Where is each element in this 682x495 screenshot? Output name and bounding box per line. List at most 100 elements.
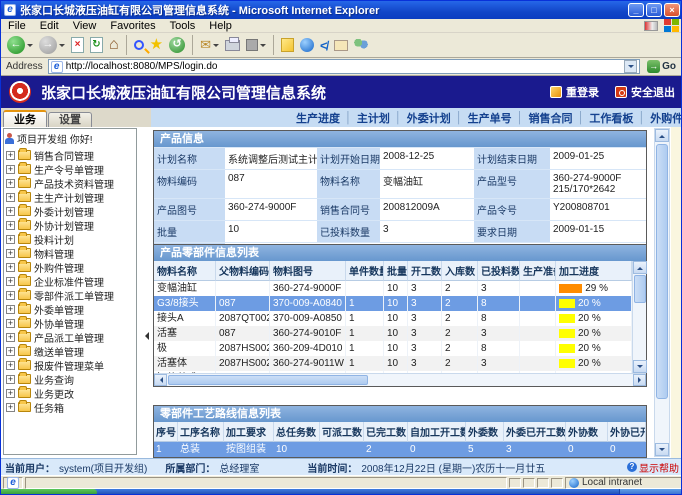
expand-icon[interactable]: [6, 347, 15, 356]
expand-icon[interactable]: [6, 361, 15, 370]
history-button[interactable]: ↺: [167, 34, 187, 56]
expand-icon[interactable]: [6, 263, 15, 272]
menu-edit[interactable]: Edit: [33, 19, 66, 33]
close-button[interactable]: ×: [664, 3, 680, 17]
forward-dropdown-icon[interactable]: [59, 44, 65, 50]
expand-icon[interactable]: [6, 249, 15, 258]
col-header[interactable]: 物料名称: [154, 261, 216, 281]
sidebar-item-coop-order[interactable]: 外协单管理: [4, 316, 136, 330]
forward-button[interactable]: →: [37, 34, 67, 56]
expand-icon[interactable]: [6, 333, 15, 342]
col-header[interactable]: 物料图号: [270, 261, 346, 281]
sidebar-item-business-query[interactable]: 业务查询: [4, 372, 136, 386]
minimize-button[interactable]: _: [628, 3, 644, 17]
notes-button[interactable]: [279, 34, 296, 56]
nav-purchased-stock[interactable]: 外购件库存: [650, 110, 682, 126]
col-header[interactable]: 批量: [384, 261, 408, 281]
expand-icon[interactable]: [6, 151, 15, 160]
sidebar-item-order-number[interactable]: 生产令号单管理: [4, 162, 136, 176]
search-button[interactable]: [132, 34, 146, 56]
sidebar-item-standard-parts[interactable]: 企业标准件管理: [4, 274, 136, 288]
col-header[interactable]: 工序名称: [178, 422, 224, 442]
windows-taskbar[interactable]: [1, 489, 682, 495]
sidebar-item-master-plan[interactable]: 主生产计划管理: [4, 190, 136, 204]
print-button[interactable]: [223, 34, 242, 56]
col-header[interactable]: 已完工数: [364, 422, 408, 442]
scroll-down-button[interactable]: [655, 443, 669, 456]
menu-help[interactable]: Help: [202, 19, 239, 33]
col-header[interactable]: 外委已开工数: [504, 422, 566, 442]
sidebar-item-sales-contract[interactable]: 销售合同管理: [4, 148, 136, 162]
scrollbar-thumb[interactable]: [656, 144, 668, 399]
tab-settings[interactable]: 设置: [48, 112, 92, 127]
sidebar-item-task-box[interactable]: 任务箱: [4, 400, 136, 414]
scrollbar-thumb[interactable]: [634, 275, 646, 303]
expand-icon[interactable]: [6, 305, 15, 314]
refresh-button[interactable]: ↻: [88, 34, 105, 56]
col-header[interactable]: 加工进度: [556, 261, 632, 281]
col-header[interactable]: 可派工数: [320, 422, 364, 442]
table-row[interactable]: 变幅油缸360-274-9000F10323 29 %: [154, 281, 632, 296]
sidebar-item-dispatch-order[interactable]: 零部件派工单管理: [4, 288, 136, 302]
table-row[interactable]: 活塞体2087HS002360-274-9011W110323 20 %: [154, 356, 632, 371]
col-header[interactable]: 开工数: [408, 261, 442, 281]
expand-icon[interactable]: [6, 389, 15, 398]
expand-icon[interactable]: [6, 277, 15, 286]
msn-button[interactable]: ≮: [318, 34, 330, 56]
col-header[interactable]: 外委数: [466, 422, 504, 442]
sidebar-item-outsource-plan[interactable]: 外委计划管理: [4, 204, 136, 218]
expand-icon[interactable]: [6, 291, 15, 300]
edit-dropdown-icon[interactable]: [260, 44, 266, 50]
show-help-link[interactable]: ?显示帮助: [627, 460, 679, 475]
col-header[interactable]: 外协数: [566, 422, 608, 442]
logout-button[interactable]: 安全退出: [615, 84, 675, 100]
nav-sales-contract[interactable]: 销售合同: [529, 110, 573, 126]
back-dropdown-icon[interactable]: [27, 44, 33, 50]
sidebar-item-scrap-mgmt[interactable]: 报废件管理菜单: [4, 358, 136, 372]
scroll-up-button[interactable]: [633, 261, 647, 274]
expand-icon[interactable]: [6, 165, 15, 174]
address-dropdown-button[interactable]: [624, 60, 637, 73]
research-button[interactable]: [332, 34, 350, 56]
col-header[interactable]: 父物料编码: [216, 261, 270, 281]
expand-icon[interactable]: [6, 375, 15, 384]
col-header[interactable]: 自加工开工数: [408, 422, 466, 442]
favorites-button[interactable]: ★: [148, 34, 165, 56]
col-header[interactable]: 外协已开工数: [608, 422, 646, 442]
menu-view[interactable]: View: [66, 19, 104, 33]
nav-production-order[interactable]: 生产单号: [468, 110, 512, 126]
title-bar[interactable]: e 张家口长城液压油缸有限公司管理信息系统 - Microsoft Intern…: [1, 1, 682, 19]
expand-icon[interactable]: [6, 403, 15, 412]
stop-button[interactable]: ×: [69, 34, 86, 56]
expand-icon[interactable]: [6, 179, 15, 188]
tab-business[interactable]: 业务: [3, 110, 47, 127]
table-row[interactable]: 活塞087360-274-9010F110323 20 %: [154, 326, 632, 341]
start-button[interactable]: [1, 489, 97, 495]
table-horizontal-scrollbar[interactable]: [154, 373, 646, 386]
col-header[interactable]: 单件数量: [346, 261, 384, 281]
col-header[interactable]: 加工要求: [224, 422, 274, 442]
table-row-selected[interactable]: 1 总装 按图组装 10 2 0 5 3 0 0: [154, 442, 646, 457]
menu-file[interactable]: File: [1, 19, 33, 33]
nav-outsource-plan[interactable]: 外委计划: [407, 110, 451, 126]
address-input[interactable]: [66, 61, 621, 73]
sidebar-item-tech-docs[interactable]: 产品技术资料管理: [4, 176, 136, 190]
sidebar-item-material-mgmt[interactable]: 物料管理: [4, 246, 136, 260]
expand-icon[interactable]: [6, 193, 15, 202]
relogin-button[interactable]: 重登录: [550, 84, 599, 100]
page-vertical-scrollbar[interactable]: [654, 128, 670, 457]
mail-button[interactable]: ✉: [198, 34, 221, 56]
table-vertical-scrollbar[interactable]: [632, 261, 646, 373]
expand-icon[interactable]: [6, 319, 15, 328]
people-button[interactable]: [352, 34, 370, 56]
col-header[interactable]: 总任务数: [274, 422, 320, 442]
addon-icon[interactable]: [644, 21, 658, 31]
go-button[interactable]: →Go: [643, 59, 680, 75]
messenger-button[interactable]: [298, 34, 316, 56]
system-tray[interactable]: [619, 489, 682, 495]
col-header[interactable]: 序号: [154, 422, 178, 442]
sidebar-item-outsource-order[interactable]: 外委单管理: [4, 302, 136, 316]
sidebar-item-product-dispatch[interactable]: 产品派工单管理: [4, 330, 136, 344]
sidebar-item-delivery-order[interactable]: 缴送单管理: [4, 344, 136, 358]
edit-button[interactable]: [244, 34, 268, 56]
